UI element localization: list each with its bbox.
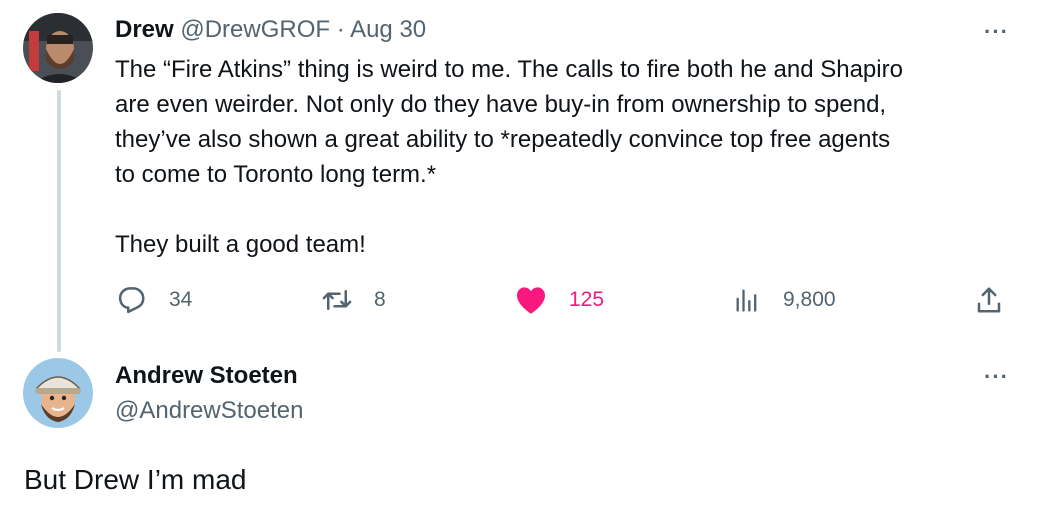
view-count: 9,800 [783, 288, 836, 311]
author-name[interactable]: Drew [115, 16, 174, 43]
reply-count: 34 [169, 288, 193, 311]
avatar-drew[interactable] [23, 13, 93, 83]
reply-button[interactable]: 34 [117, 282, 192, 318]
author-handle[interactable]: @DrewGROF [180, 16, 330, 43]
reply-more-options-icon[interactable]: ··· [984, 366, 1009, 388]
reply-text: But Drew I’m mad [24, 464, 247, 495]
repost-count: 8 [374, 288, 386, 311]
heart-icon [515, 285, 547, 315]
repost-button[interactable]: 8 [320, 282, 386, 318]
tweet-text: The “Fire Atkins” thing is weird to me. … [115, 56, 903, 258]
repost-icon [320, 285, 354, 315]
reply-author-name-text: Andrew Stoeten [115, 362, 298, 389]
like-button[interactable]: 125 [515, 282, 604, 318]
share-icon [974, 285, 1004, 315]
separator: · [336, 16, 345, 43]
avatar-andrew[interactable] [23, 358, 93, 428]
reply-author-name[interactable]: Andrew Stoeten [115, 361, 298, 391]
tweet-date[interactable]: Aug 30 [350, 16, 426, 43]
views-icon [733, 285, 761, 315]
reply-author-handle[interactable]: @AndrewStoeten [115, 396, 303, 426]
reply-icon [117, 285, 147, 315]
tweet-header: Drew @DrewGROF · Aug 30 [115, 15, 426, 45]
share-button[interactable] [974, 282, 1004, 318]
views-button[interactable]: 9,800 [733, 282, 836, 318]
more-options-icon[interactable]: ··· [984, 21, 1009, 43]
thread-line [57, 90, 61, 352]
like-count: 125 [569, 288, 605, 311]
